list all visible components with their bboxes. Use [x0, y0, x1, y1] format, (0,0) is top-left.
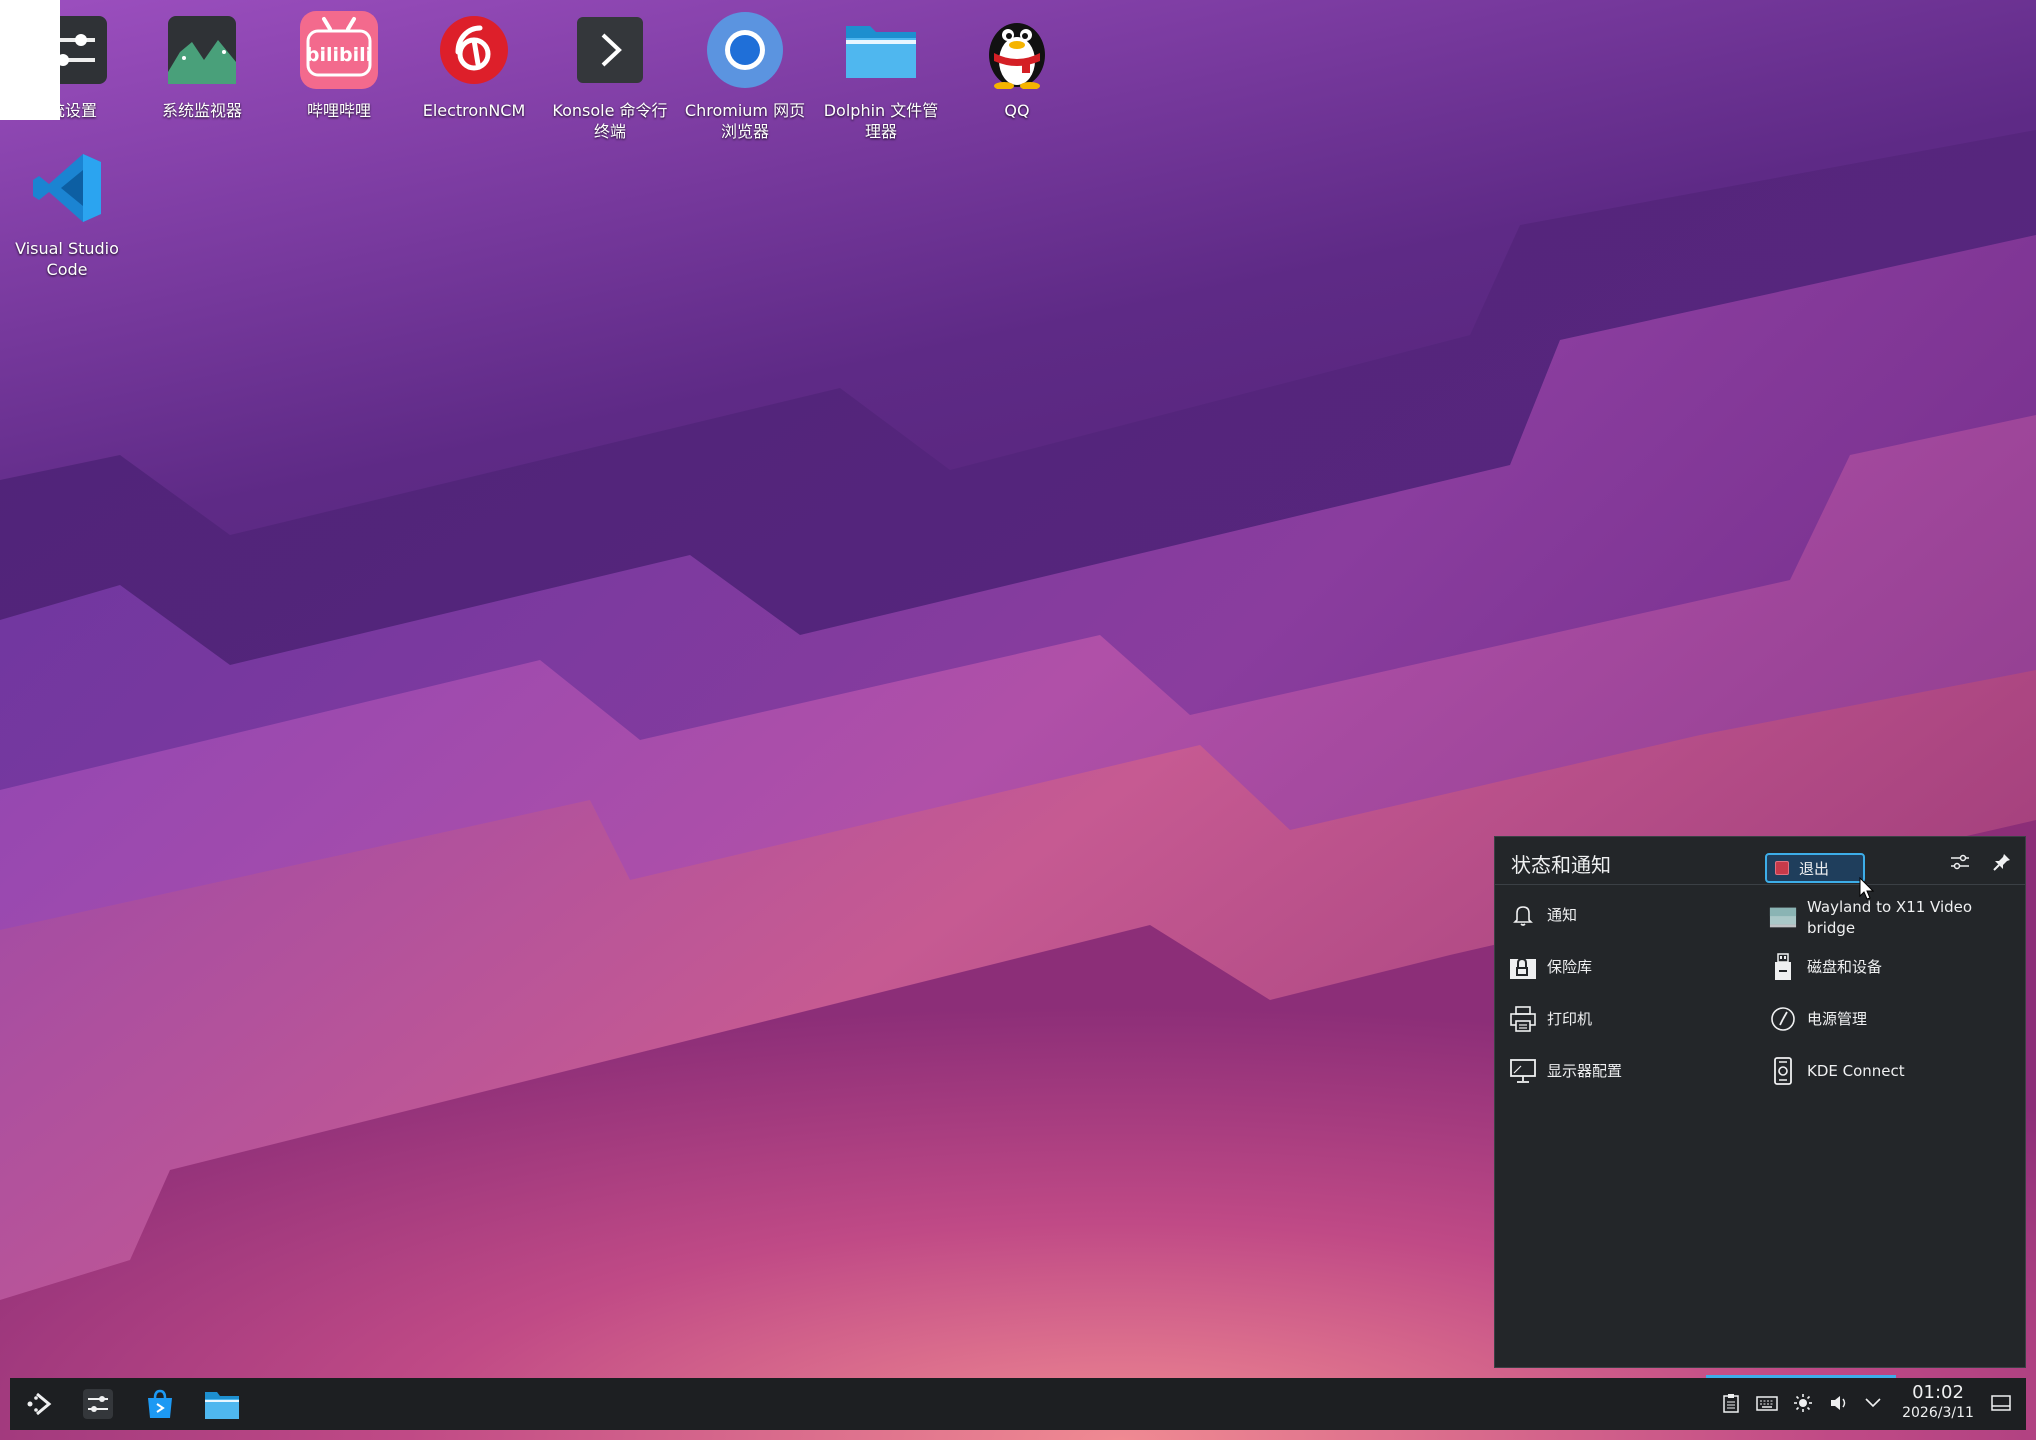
quit-icon: [1775, 861, 1789, 875]
tray-item-label: 磁盘和设备: [1807, 957, 1883, 976]
white-overlay-block: [0, 0, 60, 120]
tray-item-printers[interactable]: 打印机: [1509, 1005, 1592, 1033]
tray-item-label: 电源管理: [1807, 1009, 1868, 1028]
desktop-icon-label: 哔哩哔哩: [306, 101, 371, 120]
chromium-icon: [705, 10, 785, 90]
desktop-icon-label: Visual Studio Code: [15, 239, 119, 279]
discover-store-icon: [148, 1389, 172, 1418]
desktop-icon-label: ElectronNCM: [422, 101, 526, 120]
monitor-icon: [1509, 1057, 1537, 1085]
desktop-icon-electronncm[interactable]: ElectronNCM: [409, 10, 539, 121]
desktop-icon-label: QQ: [1004, 101, 1030, 120]
tray-item-label: Wayland to X11 Video bridge: [1807, 898, 1973, 937]
configure-sliders-icon: [1951, 854, 1969, 870]
desktop-icon-label: Chromium 网页浏览器: [684, 101, 806, 141]
vault-lock-icon: [1509, 953, 1537, 981]
desktop-icon-vscode[interactable]: Visual Studio Code: [2, 148, 132, 280]
video-bridge-icon: [1769, 904, 1797, 932]
desktop-icon-bilibili[interactable]: bilibili 哔哩哔哩: [274, 10, 404, 121]
power-gauge-icon: [1769, 1005, 1797, 1033]
configure-button[interactable]: [1947, 849, 1973, 875]
app-launcher-button[interactable]: [22, 1386, 58, 1422]
vscode-icon: [27, 148, 107, 228]
bell-icon: [1509, 901, 1537, 929]
desktop-icon-konsole[interactable]: Konsole 命令行终端: [545, 10, 675, 142]
qq-penguin-icon: [977, 10, 1057, 90]
printer-icon: [1509, 1005, 1537, 1033]
system-monitor-icon: [162, 10, 242, 90]
desktop-icon-system-monitor[interactable]: 系统监视器: [137, 10, 267, 121]
desktop-icon-label: Konsole 命令行终端: [552, 101, 668, 141]
pin-button[interactable]: [1989, 849, 2015, 875]
brightness-icon[interactable]: [1792, 1392, 1814, 1414]
desktop-icon-chromium[interactable]: Chromium 网页浏览器: [680, 10, 810, 142]
expand-tray-icon[interactable]: [1862, 1392, 1884, 1414]
volume-icon[interactable]: [1828, 1392, 1850, 1414]
netease-music-icon: [434, 10, 514, 90]
tray-item-notifications[interactable]: 通知: [1509, 901, 1577, 929]
desktop-icon-qq[interactable]: QQ: [952, 10, 1082, 121]
quit-tooltip[interactable]: 退出: [1765, 853, 1865, 883]
tray-item-label: 打印机: [1547, 1009, 1593, 1028]
tray-item-label: 保险库: [1547, 957, 1593, 976]
app-launcher-icon: [27, 1392, 52, 1416]
tray-item-vault[interactable]: 保险库: [1509, 953, 1592, 981]
tray-item-display-config[interactable]: 显示器配置: [1509, 1057, 1622, 1085]
bilibili-icon: bilibili: [299, 10, 379, 90]
digital-clock[interactable]: 01:02 2026/3/11: [1890, 1382, 1986, 1422]
keyboard-icon[interactable]: [1756, 1392, 1778, 1414]
taskbar-system-settings[interactable]: [80, 1386, 116, 1422]
folder-icon: [841, 10, 921, 90]
bilibili-text: bilibili: [306, 44, 372, 66]
show-desktop-icon[interactable]: [1990, 1392, 2012, 1414]
clock-date: 2026/3/11: [1902, 1405, 1974, 1421]
tray-item-label: 通知: [1547, 905, 1578, 924]
clipboard-icon[interactable]: [1720, 1392, 1742, 1414]
tray-item-power-management[interactable]: 电源管理: [1769, 1005, 1867, 1033]
quit-tooltip-label: 退出: [1799, 859, 1830, 878]
usb-drive-icon: [1769, 953, 1797, 981]
taskbar: 01:02 2026/3/11: [10, 1375, 2026, 1430]
system-settings-icon: [83, 1389, 113, 1419]
tray-item-disks-devices[interactable]: 磁盘和设备: [1769, 953, 1882, 981]
tray-item-label: 显示器配置: [1547, 1061, 1623, 1080]
kde-connect-icon: [1769, 1057, 1797, 1085]
pin-icon: [1993, 854, 2010, 871]
clock-time: 01:02: [1912, 1382, 1964, 1403]
active-indicator: [1706, 1375, 1896, 1378]
tray-item-wayland-bridge[interactable]: Wayland to X11 Video bridge: [1769, 897, 1977, 939]
desktop-icon-dolphin[interactable]: Dolphin 文件管理器: [816, 10, 946, 142]
popup-title: 状态和通知: [1511, 853, 1611, 877]
tray-item-kde-connect[interactable]: KDE Connect: [1769, 1057, 1905, 1085]
desktop-icon-label: 系统监视器: [161, 101, 242, 120]
tray-item-label: KDE Connect: [1807, 1061, 1905, 1080]
taskbar-discover[interactable]: [142, 1386, 178, 1422]
dolphin-icon: [205, 1392, 239, 1419]
taskbar-dolphin[interactable]: [204, 1386, 240, 1422]
desktop-icon-label: Dolphin 文件管理器: [823, 101, 939, 141]
terminal-icon: [570, 10, 650, 90]
status-and-notifications-popup: 状态和通知 退出 通知 保险库 打印机 显示器配置 Wayland to X11…: [1494, 836, 2026, 1368]
popup-header: 状态和通知 退出: [1495, 837, 2025, 900]
